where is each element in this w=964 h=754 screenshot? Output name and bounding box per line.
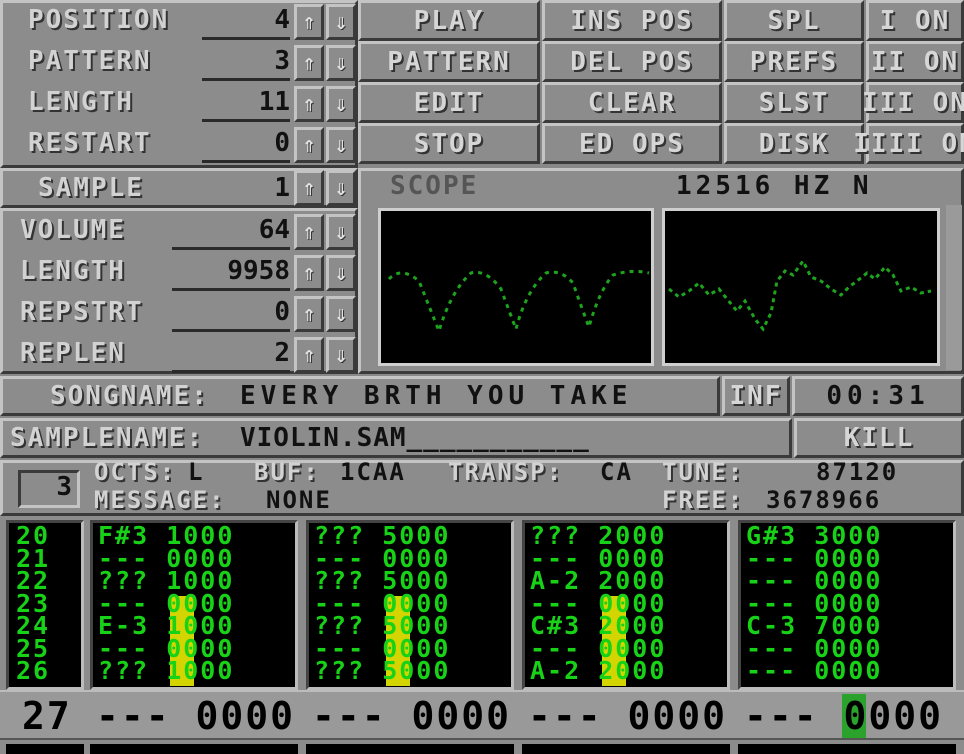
sample-length-label: LENGTH (20, 256, 126, 286)
song-position-label: POSITION (28, 5, 170, 35)
row-numbers: 20 21 22 23 24 25 26 (16, 521, 51, 685)
next-row-track-4 (522, 744, 730, 754)
transp-value: CA (600, 458, 633, 486)
main-button-pattern[interactable]: PATTERN (358, 41, 540, 82)
sample-length-down-arrow[interactable]: ⇓ (326, 255, 356, 291)
current-row-track-4: --- 0000 (744, 694, 944, 738)
song-pattern-label: PATTERN (28, 46, 152, 76)
menu-button-prefs[interactable]: PREFS (724, 41, 864, 82)
samplename-value[interactable]: VIOLIN.SAM___________ (240, 420, 590, 456)
current-row-track-1: --- 0000 (96, 694, 296, 738)
sample-label: SAMPLE (38, 173, 144, 203)
song-position-value[interactable]: 4 (202, 2, 290, 40)
song-length-up-arrow[interactable]: ⇑ (294, 86, 324, 122)
scope-right-edge (946, 205, 962, 370)
scope-right-wave (668, 258, 932, 332)
edit-button-ins-pos[interactable]: INS POS (542, 0, 722, 41)
song-position-up-arrow[interactable]: ⇑ (294, 4, 324, 40)
song-restart-down-arrow[interactable]: ⇓ (326, 127, 356, 163)
main-button-stop[interactable]: STOP (358, 123, 540, 164)
scope-left-wave (387, 269, 650, 336)
song-length-down-arrow[interactable]: ⇓ (326, 86, 356, 122)
sample-volume-up-arrow[interactable]: ⇑ (294, 214, 324, 250)
song-restart-value[interactable]: 0 (202, 125, 290, 163)
song-position-down-arrow[interactable]: ⇓ (326, 4, 356, 40)
scope-frequency: 12516 HZ N (676, 171, 873, 201)
channel-button-i-on[interactable]: I ON (866, 0, 964, 41)
message-value: NONE (266, 486, 332, 514)
menu-button-slst[interactable]: SLST (724, 82, 864, 123)
sample-repstrt-label: REPSTRT (20, 297, 144, 327)
sample-repstrt-down-arrow[interactable]: ⇓ (326, 296, 356, 332)
scope-label: SCOPE (390, 171, 479, 201)
track-1-notes: F#3 1000 --- 0000 ??? 1000 --- 0000 E-3 … (98, 521, 235, 685)
main-button-play[interactable]: PLAY (358, 0, 540, 41)
edit-button-clear[interactable]: CLEAR (542, 82, 722, 123)
main-button-edit[interactable]: EDIT (358, 82, 540, 123)
sample-volume-label: VOLUME (20, 215, 126, 245)
song-length-label: LENGTH (28, 87, 134, 117)
song-pattern-value[interactable]: 3 (202, 43, 290, 81)
next-row-track-1 (6, 744, 84, 754)
sample-replen-value[interactable]: 2 (172, 335, 290, 373)
next-row-track-5 (738, 744, 956, 754)
next-row-track-3 (306, 744, 514, 754)
song-pattern-down-arrow[interactable]: ⇓ (326, 45, 356, 81)
sample-length-value[interactable]: 9958 (172, 253, 290, 291)
timer-display: 00:31 (792, 376, 964, 416)
sample-replen-label: REPLEN (20, 338, 126, 368)
track-4-notes: G#3 3000 --- 0000 --- 0000 --- 0000 C-3 … (746, 521, 883, 685)
current-row-track-3: --- 0000 (528, 694, 728, 738)
channel-button-iiii-on[interactable]: IIII ON (853, 123, 964, 164)
menu-button-spl[interactable]: SPL (724, 0, 864, 41)
current-row-track-2: --- 0000 (312, 694, 512, 738)
song-length-value[interactable]: 11 (202, 84, 290, 122)
songname-value[interactable]: EVERY BRTH YOU TAKE (240, 378, 632, 414)
transp-label: TRANSP: (448, 458, 564, 486)
sample-length-up-arrow[interactable]: ⇑ (294, 255, 324, 291)
free-label: FREE: (662, 486, 745, 514)
track-3-notes: ??? 2000 --- 0000 A-2 2000 --- 0000 C#3 … (530, 521, 667, 685)
songname-label: SONGNAME: (50, 381, 209, 411)
protracker-window: SAMPLE 1 ⇑ ⇓ SCOPE 12516 HZ N SONGNAME: … (0, 0, 964, 754)
sample-volume-value[interactable]: 64 (172, 212, 290, 250)
song-restart-label: RESTART (28, 128, 152, 158)
menu-button-disk[interactable]: DISK (724, 123, 864, 164)
sample-up-arrow[interactable]: ⇑ (294, 170, 324, 206)
buf-value: 1CAA (340, 458, 406, 486)
kill-button[interactable]: KILL (794, 418, 964, 458)
free-value: 3678966 (766, 486, 882, 514)
channel-button-iii-on[interactable]: III ON (862, 82, 964, 123)
inf-button[interactable]: INF (722, 376, 790, 416)
edit-button-ed-ops[interactable]: ED OPS (542, 123, 722, 164)
scope-right (662, 208, 940, 366)
sample-value: 1 (274, 173, 290, 203)
message-label: MESSAGE: (94, 486, 226, 514)
sample-volume-down-arrow[interactable]: ⇓ (326, 214, 356, 250)
song-pattern-up-arrow[interactable]: ⇑ (294, 45, 324, 81)
track-2-notes: ??? 5000 --- 0000 ??? 5000 --- 0000 ??? … (314, 521, 451, 685)
sample-replen-down-arrow[interactable]: ⇓ (326, 337, 356, 373)
edit-skip-value: 3 (56, 472, 72, 502)
next-row-track-2 (90, 744, 298, 754)
edit-button-del-pos[interactable]: DEL POS (542, 41, 722, 82)
sample-down-arrow[interactable]: ⇓ (326, 170, 356, 206)
sample-replen-up-arrow[interactable]: ⇑ (294, 337, 324, 373)
sample-repstrt-value[interactable]: 0 (172, 294, 290, 332)
samplename-label: SAMPLENAME: (10, 423, 205, 453)
sample-repstrt-up-arrow[interactable]: ⇑ (294, 296, 324, 332)
current-row-number: 27 (22, 694, 72, 738)
song-restart-up-arrow[interactable]: ⇑ (294, 127, 324, 163)
channel-button-ii-on[interactable]: II ON (866, 41, 964, 82)
scope-left (378, 208, 654, 366)
